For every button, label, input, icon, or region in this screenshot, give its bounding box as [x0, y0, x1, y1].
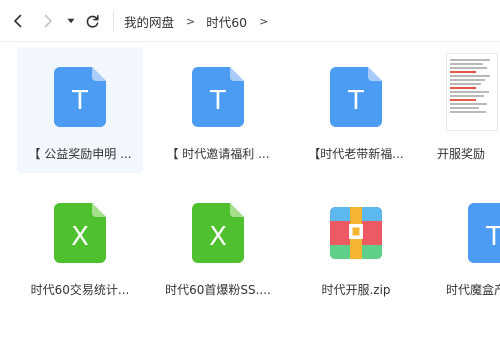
chevron-right-icon [44, 14, 52, 28]
file-name: 时代60交易统计... [30, 283, 130, 297]
breadcrumb-current[interactable]: 时代60 [206, 12, 247, 31]
file-letter: T [347, 86, 364, 116]
file-name: 时代开服.zip [321, 283, 391, 297]
breadcrumb-separator[interactable]: > [259, 15, 268, 28]
file-name: 【 时代邀请福利 ... [166, 147, 270, 161]
file-item-kaifu-jiangli[interactable]: 开服奖励 [431, 47, 500, 173]
toolbar-divider [113, 11, 114, 31]
file-name: 时代60首爆粉SS.... [165, 283, 271, 297]
file-item-jiaoyi-tongji[interactable]: X 时代60交易统计... [17, 183, 143, 309]
history-dropdown-button[interactable] [64, 10, 78, 32]
zip-archive-icon [330, 207, 382, 259]
back-button[interactable] [8, 10, 28, 32]
forward-button[interactable] [38, 10, 58, 32]
file-letter: T [71, 86, 88, 116]
file-item-gongyi[interactable]: T 【 公益奖励申明 ... [17, 47, 143, 173]
text-file-icon: T [330, 67, 382, 127]
breadcrumb-separator: > [186, 14, 196, 28]
text-file-icon: T [468, 203, 500, 263]
refresh-icon [86, 14, 99, 28]
file-item-yaoqing[interactable]: T 【 时代邀请福利 ... [155, 47, 281, 173]
text-file-icon: T [192, 67, 244, 127]
excel-file-icon: X [54, 203, 106, 263]
excel-file-icon: X [192, 203, 244, 263]
file-letter: T [485, 222, 500, 252]
file-item-mohe[interactable]: T 时代魔盒产 [431, 183, 500, 309]
document-thumbnail-icon [446, 53, 498, 131]
toolbar: 我的网盘 > 时代60 > [0, 0, 500, 42]
file-name: 时代魔盒产 [446, 283, 500, 297]
text-file-icon: T [54, 67, 106, 127]
caret-down-icon [67, 18, 75, 24]
file-letter: T [209, 86, 226, 116]
file-name: 开服奖励 [437, 147, 486, 161]
file-item-shoubaofen[interactable]: X 时代60首爆粉SS.... [155, 183, 281, 309]
file-name: 【 公益奖励申明 ... [28, 147, 132, 161]
refresh-button[interactable] [82, 10, 102, 32]
file-item-laodaixin[interactable]: T 【时代老带新福... [293, 47, 419, 173]
file-item-kaifu-zip[interactable]: 时代开服.zip [293, 183, 419, 309]
file-letter: X [209, 222, 227, 252]
breadcrumb-root[interactable]: 我的网盘 [124, 12, 174, 31]
file-name: 【时代老带新福... [308, 147, 404, 161]
chevron-left-icon [14, 14, 22, 28]
file-letter: X [71, 222, 89, 252]
breadcrumb: 我的网盘 > 时代60 > [124, 12, 279, 30]
toolbar-divider-line [0, 41, 500, 42]
